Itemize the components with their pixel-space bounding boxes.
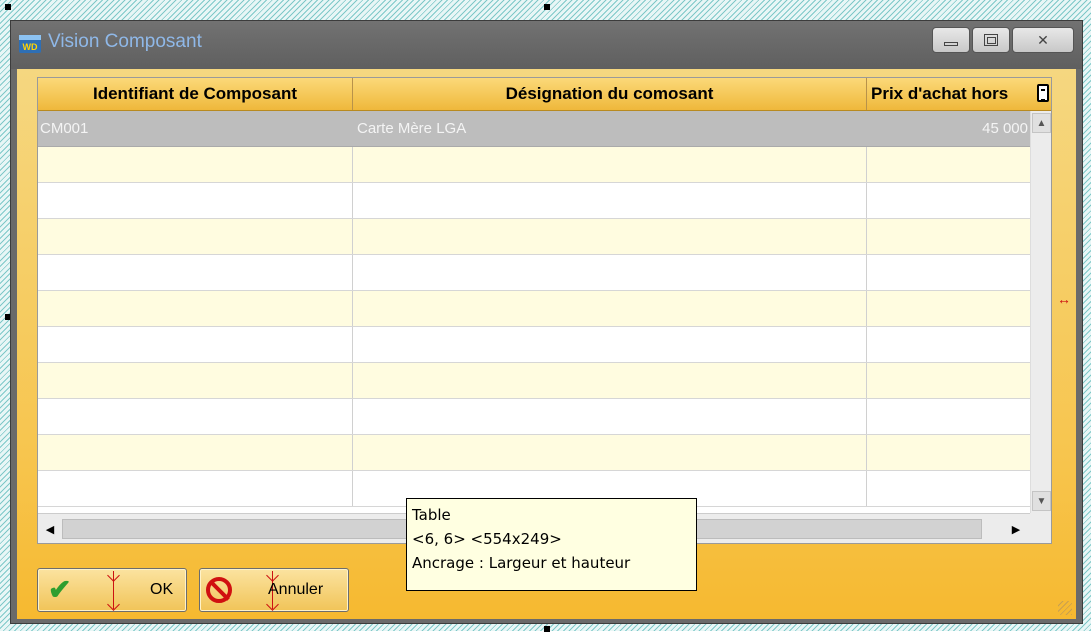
cell-prix: [867, 219, 1030, 254]
cell-designation: Carte Mère LGA: [357, 120, 467, 137]
cell-designation: [353, 399, 867, 434]
column-header-prix-label: Prix d'achat hors: [871, 84, 1009, 103]
table-row[interactable]: CM001 Carte Mère LGA 45 000: [38, 111, 1030, 147]
scroll-down-arrow-icon[interactable]: ▼: [1032, 491, 1051, 511]
resize-grip-icon[interactable]: [1058, 601, 1072, 615]
cell-prix: [867, 291, 1030, 326]
cell-designation: [353, 255, 867, 290]
tooltip-line-geometry: <6, 6> <554x249>: [412, 530, 562, 548]
resize-handle-top-left[interactable]: [5, 4, 11, 10]
window-title: Vision Composant: [48, 31, 202, 52]
close-button[interactable]: ✕: [1012, 27, 1074, 53]
checkmark-icon: ✔: [48, 574, 72, 605]
column-menu-icon[interactable]: [1037, 84, 1049, 102]
cell-prix: [867, 255, 1030, 290]
close-icon: ✕: [1037, 31, 1049, 48]
cell-designation: [353, 327, 867, 362]
scroll-right-arrow-icon[interactable]: ▶: [1006, 519, 1026, 539]
window-client-area: Identifiant de Composant Désignation du …: [17, 69, 1076, 619]
table-row[interactable]: [38, 183, 1030, 219]
cell-identifiant: [38, 363, 353, 398]
vertical-scrollbar[interactable]: ▲ ▼: [1030, 111, 1051, 513]
table-row[interactable]: [38, 435, 1030, 471]
minimize-icon: [944, 42, 958, 46]
cell-prix: 45 000: [982, 120, 1028, 137]
table-row[interactable]: [38, 219, 1030, 255]
cell-prix: [867, 327, 1030, 362]
cell-identifiant: [38, 183, 353, 218]
cell-identifiant: CM001: [40, 120, 89, 137]
vision-composant-window: WD Vision Composant ✕ Identifiant de Com…: [10, 20, 1083, 624]
cell-identifiant: [38, 291, 353, 326]
cell-designation: [353, 363, 867, 398]
cell-designation: [353, 219, 867, 254]
cell-prix: [867, 183, 1030, 218]
maximize-button[interactable]: [972, 27, 1010, 53]
cell-prix: [867, 471, 1030, 506]
cell-designation: [353, 291, 867, 326]
cell-prix: [867, 147, 1030, 182]
stop-icon: [206, 577, 232, 603]
scroll-up-arrow-icon[interactable]: ▲: [1032, 113, 1051, 133]
cell-identifiant: [38, 147, 353, 182]
editor-tooltip: Table <6, 6> <554x249> Ancrage : Largeur…: [406, 498, 697, 591]
scrollbar-corner: [1030, 513, 1051, 543]
scroll-left-arrow-icon[interactable]: ◀: [40, 519, 60, 539]
table-row[interactable]: [38, 147, 1030, 183]
cancel-button-label: Annuler: [268, 581, 324, 598]
minimize-button[interactable]: [932, 27, 970, 53]
table-header: Identifiant de Composant Désignation du …: [38, 78, 1051, 111]
anchor-vertical-marker-icon: [113, 571, 114, 609]
app-icon: WD: [19, 35, 41, 53]
cell-identifiant: [38, 471, 353, 506]
table-row[interactable]: [38, 327, 1030, 363]
maximize-icon: [984, 34, 998, 46]
column-header-prix[interactable]: Prix d'achat hors: [867, 78, 1051, 110]
resize-handle-bottom[interactable]: [544, 626, 550, 632]
table-row[interactable]: [38, 255, 1030, 291]
resize-handle-top[interactable]: [544, 4, 550, 10]
cancel-button[interactable]: Annuler: [199, 568, 349, 612]
cell-identifiant: [38, 255, 353, 290]
cell-designation: [353, 435, 867, 470]
cell-designation: [353, 147, 867, 182]
composant-table[interactable]: Identifiant de Composant Désignation du …: [37, 77, 1052, 544]
table-row[interactable]: [38, 363, 1030, 399]
cell-designation: [353, 183, 867, 218]
cell-prix: [867, 435, 1030, 470]
anchor-right-marker-icon: ↔: [1057, 291, 1071, 307]
tooltip-line-type: Table: [412, 506, 451, 524]
table-row[interactable]: [38, 399, 1030, 435]
column-header-designation[interactable]: Désignation du comosant: [353, 78, 867, 110]
cell-identifiant: [38, 219, 353, 254]
cell-identifiant: [38, 327, 353, 362]
table-row[interactable]: [38, 291, 1030, 327]
table-body: CM001 Carte Mère LGA 45 000: [38, 111, 1030, 507]
cell-prix: [867, 399, 1030, 434]
tooltip-line-anchor: Ancrage : Largeur et hauteur: [412, 554, 631, 572]
ok-button[interactable]: ✔ OK: [37, 568, 187, 612]
window-controls: ✕: [932, 27, 1074, 53]
cell-identifiant: [38, 399, 353, 434]
ok-button-label: OK: [150, 581, 174, 598]
cell-identifiant: [38, 435, 353, 470]
column-header-identifiant[interactable]: Identifiant de Composant: [38, 78, 353, 110]
cell-prix: [867, 363, 1030, 398]
title-bar[interactable]: WD Vision Composant ✕: [11, 21, 1082, 69]
